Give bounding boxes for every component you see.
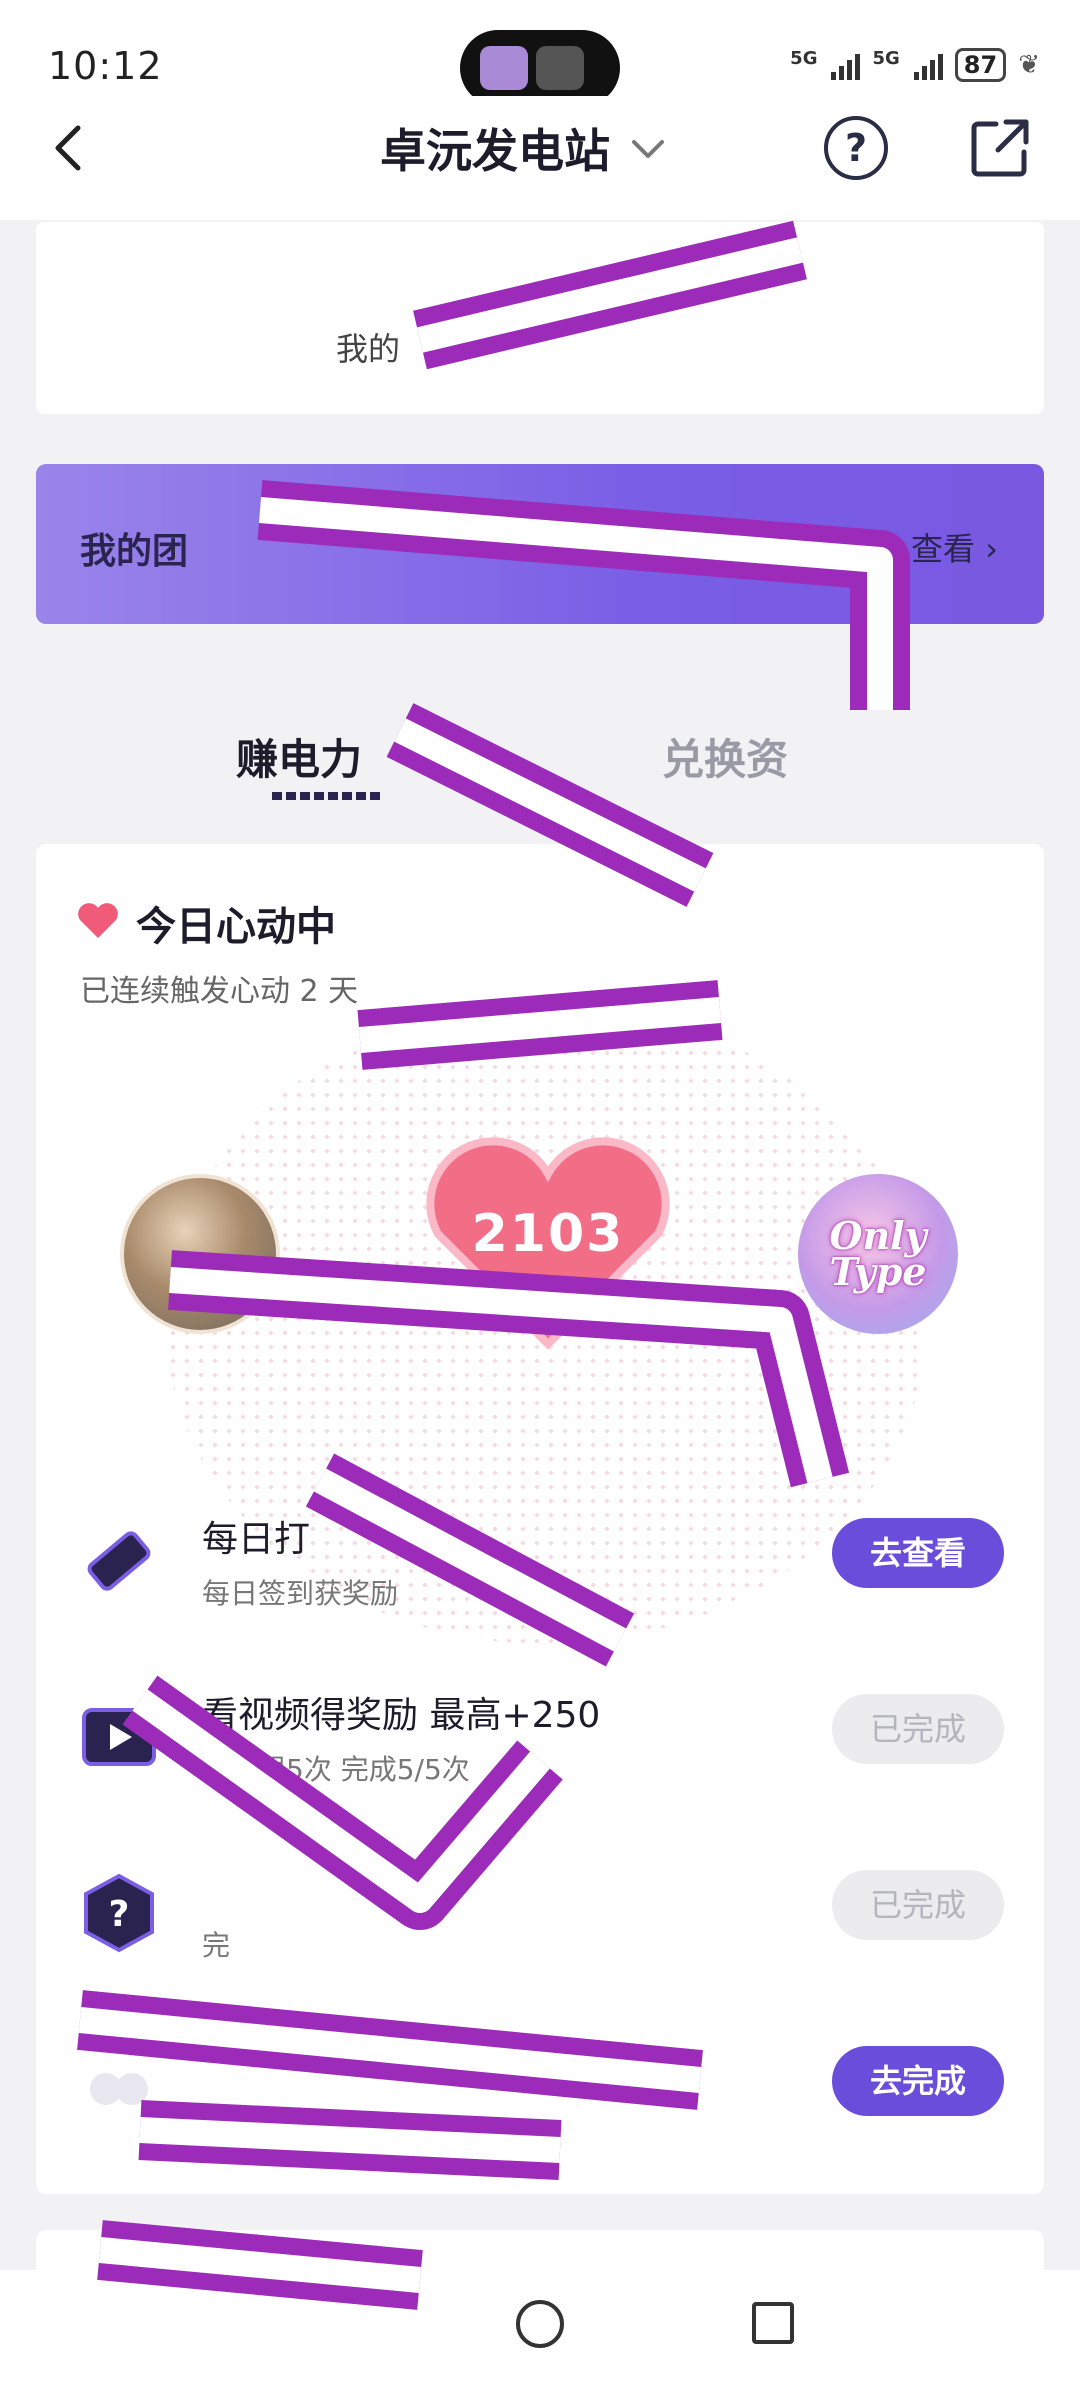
external-link-icon (971, 119, 1029, 177)
signal-icon-2 (913, 50, 943, 80)
task-row: ? 完 已完成 (36, 1846, 1044, 1996)
team-banner[interactable]: 我的团 查看 › (36, 464, 1044, 624)
status-time: 10:12 (48, 44, 163, 88)
status-icons: 5G 5G 87 ❦ (790, 48, 1040, 82)
task-subtitle: 日上限5次 完成5/5次 (202, 1753, 470, 1786)
avatar-partner-text: Only Type (829, 1213, 927, 1294)
summary-card-text: 我的 (336, 330, 401, 368)
system-nav-bar (0, 2270, 1080, 2386)
app-header: 卓沅发电站 ? (0, 96, 1080, 220)
avatar-user[interactable] (120, 1174, 280, 1334)
tab-earn-power[interactable]: 赚电力 (236, 726, 362, 787)
home-icon[interactable] (516, 2300, 564, 2348)
team-title: 我的团 (80, 531, 189, 572)
camera-blur-left (480, 46, 528, 90)
question-circle-icon: ? (844, 126, 868, 170)
help-button[interactable]: ? (824, 116, 888, 180)
tasks-card: 今日心动中 已连续触发心动 2 天 2103 Only Type 每日打 每日签… (36, 844, 1044, 2194)
camera-blur-right (536, 46, 584, 90)
task-view-button[interactable]: 去查看 (832, 1518, 1004, 1588)
task-subtitle: 完 (202, 1929, 231, 1962)
task-subtitle: 通过分享 (202, 2105, 315, 2138)
signal-label-1: 5G (790, 48, 818, 69)
task-subtitle: 每日签到获奖励 (202, 1577, 399, 1610)
signal-label-2: 5G (872, 48, 900, 69)
task-done-button[interactable]: 已完成 (832, 1694, 1004, 1764)
task-row: 每日打 每日签到获奖励 去查看 (36, 1494, 1044, 1644)
heart-count: 2103 (471, 1204, 625, 1264)
heart-section-subtitle: 已连续触发心动 2 天 (80, 974, 359, 1009)
question-badge-icon: ? (84, 1873, 154, 1953)
share-hex-icon (90, 2073, 148, 2105)
chevron-left-icon (55, 125, 81, 171)
video-icon (82, 1708, 156, 1766)
tab-active-indicator (272, 792, 382, 800)
signal-icon (831, 50, 861, 80)
title-dropdown[interactable]: 卓沅发电站 (380, 116, 668, 180)
leaf-icon: ❦ (1018, 50, 1040, 80)
avatar-partner[interactable]: Only Type (798, 1174, 958, 1334)
task-row: 通过分享 去完成 (36, 2022, 1044, 2172)
task-complete-button[interactable]: 去完成 (832, 2046, 1004, 2116)
svg-text:?: ? (109, 1894, 130, 1935)
sign-in-icon (87, 1531, 151, 1591)
battery-indicator: 87 (954, 48, 1007, 82)
heart-section-title: 今日心动中 (136, 904, 336, 950)
back-button[interactable] (40, 118, 100, 178)
tab-exchange[interactable]: 兑换资 (662, 726, 788, 787)
page-title: 卓沅发电站 (380, 124, 610, 178)
team-view-link[interactable]: 查看 › (911, 524, 998, 570)
task-row: 看视频得奖励 最高+250 日上限5次 完成5/5次 已完成 (36, 1670, 1044, 1820)
task-title: 看视频得奖励 最高+250 (202, 1695, 601, 1736)
task-title: 每日打 (202, 1519, 311, 1560)
recent-apps-icon[interactable] (752, 2302, 794, 2344)
camera-cutout (460, 30, 620, 106)
chevron-down-icon (632, 140, 664, 158)
summary-card[interactable]: 我的 (36, 222, 1044, 414)
heart-icon (78, 903, 118, 938)
task-done-button[interactable]: 已完成 (832, 1870, 1004, 1940)
share-button[interactable] (968, 116, 1032, 180)
